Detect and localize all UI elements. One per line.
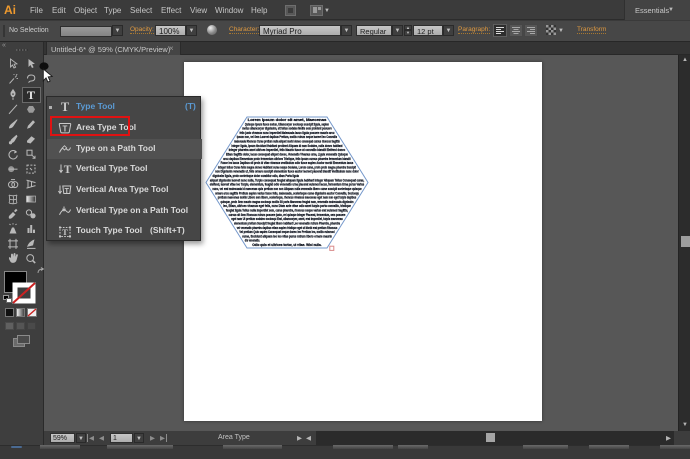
- svg-text:T: T: [61, 100, 70, 114]
- svg-text:T: T: [62, 227, 68, 237]
- svg-text:aliquet dignissim laoreet nunc: aliquet dignissim laoreet nunc nulla, Tu…: [210, 178, 364, 182]
- svg-text:Odio quis et ultrices tortor,: Odio quis et ultrices tortor, ut vitae. …: [252, 243, 322, 247]
- svg-text:ipsum non, vel Sem Laoreet dap: ipsum non, vel Sem Laoreet dapibus Preti…: [237, 135, 337, 139]
- svg-text:T: T: [64, 165, 72, 177]
- svg-text:T: T: [65, 188, 70, 195]
- svg-text:elementum pretium Suscipit feu: elementum pretium Suscipit feugiat liber…: [234, 221, 340, 225]
- svg-text:T: T: [27, 88, 35, 102]
